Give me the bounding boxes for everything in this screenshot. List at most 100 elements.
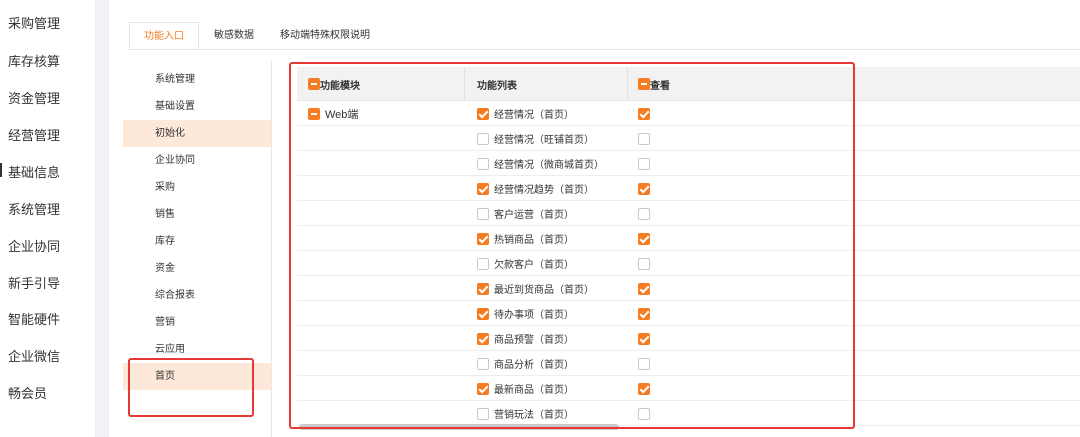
function-checkbox[interactable] (477, 232, 489, 245)
table-row: 商品分析（首页） (297, 351, 1080, 376)
table-row: 客户运营（首页） (297, 201, 1080, 226)
function-label: 最近到货商品（首页） (494, 285, 594, 296)
tab-divider (129, 49, 1080, 50)
function-label: 营销玩法（首页） (494, 410, 574, 421)
table-row: 最新商品（首页） (297, 376, 1080, 401)
view-cell (638, 176, 650, 201)
module-web-checkbox[interactable] (308, 107, 320, 120)
function-cell: 欠款客户（首页） (477, 251, 574, 276)
submenu-item-marketing[interactable]: 营销 (123, 309, 271, 336)
tab-function-entry[interactable]: 功能入口 (129, 22, 199, 50)
view-checkbox[interactable] (638, 407, 650, 420)
function-checkbox[interactable] (477, 207, 489, 220)
table-row: 营销玩法（首页） (297, 401, 1080, 426)
function-checkbox[interactable] (477, 332, 489, 345)
nav-item-system[interactable]: 系统管理 (8, 199, 60, 218)
submenu-item-sales[interactable]: 销售 (123, 201, 271, 228)
table-row: 商品预警（首页） (297, 326, 1080, 351)
submenu-item-funds[interactable]: 资金 (123, 255, 271, 282)
submenu-item-system[interactable]: 系统管理 (123, 66, 271, 93)
nav-item-funds[interactable]: 资金管理 (8, 88, 60, 107)
view-checkbox[interactable] (638, 282, 650, 295)
view-cell (638, 301, 650, 326)
tab-sensitive-data[interactable]: 敏感数据 (199, 22, 269, 50)
view-checkbox[interactable] (638, 382, 650, 395)
nav-item-member[interactable]: 畅会员 (8, 383, 47, 402)
nav-item-purchase[interactable]: 采购管理 (8, 13, 60, 32)
function-checkbox[interactable] (477, 157, 489, 170)
view-cell (638, 126, 650, 151)
nav-item-inventory-accounting[interactable]: 库存核算 (8, 51, 60, 70)
submenu-item-home[interactable]: 首页 (123, 363, 271, 390)
function-cell: 热销商品（首页） (477, 226, 574, 251)
function-checkbox[interactable] (477, 307, 489, 320)
function-cell: 商品分析（首页） (477, 351, 574, 376)
table-row: Web端 经营情况（首页） (297, 101, 1080, 126)
header-module-label: 功能模块 (320, 80, 360, 92)
main-nav: 采购管理 库存核算 资金管理 经营管理 基础信息 系统管理 企业协同 新手引导 … (0, 0, 95, 437)
submenu-item-purchase[interactable]: 采购 (123, 174, 271, 201)
function-label: 商品预警（首页） (494, 335, 574, 346)
view-checkbox[interactable] (638, 332, 650, 345)
view-checkbox[interactable] (638, 357, 650, 370)
function-cell: 经营情况（微商城首页） (477, 151, 604, 176)
view-cell (638, 276, 650, 301)
view-checkbox[interactable] (638, 132, 650, 145)
table-row: 经营情况趋势（首页） (297, 176, 1080, 201)
view-checkbox[interactable] (638, 257, 650, 270)
function-checkbox[interactable] (477, 282, 489, 295)
function-cell: 待办事项（首页） (477, 301, 574, 326)
nav-item-collaboration[interactable]: 企业协同 (8, 236, 60, 255)
function-label: 客户运营（首页） (494, 210, 574, 221)
submenu-item-basic-settings[interactable]: 基础设置 (123, 93, 271, 120)
module-select-all-checkbox[interactable] (308, 78, 320, 90)
table-row: 待办事项（首页） (297, 301, 1080, 326)
column-separator (627, 67, 628, 101)
function-cell: 最新商品（首页） (477, 376, 574, 401)
view-checkbox[interactable] (638, 307, 650, 320)
header-function-label: 功能列表 (477, 80, 517, 92)
function-checkbox[interactable] (477, 182, 489, 195)
view-checkbox[interactable] (638, 107, 650, 120)
function-cell: 经营情况（旺铺首页） (477, 126, 594, 151)
function-cell: 最近到货商品（首页） (477, 276, 594, 301)
view-select-all-checkbox[interactable] (638, 78, 650, 90)
nav-item-operations[interactable]: 经营管理 (8, 125, 60, 144)
function-checkbox[interactable] (477, 132, 489, 145)
submenu-item-init[interactable]: 初始化 (123, 120, 271, 147)
function-checkbox[interactable] (477, 107, 489, 120)
nav-item-wecom[interactable]: 企业微信 (8, 346, 60, 365)
submenu-item-cloud[interactable]: 云应用 (123, 336, 271, 363)
table-row: 经营情况（旺铺首页） (297, 126, 1080, 151)
view-cell (638, 226, 650, 251)
submenu-item-stock[interactable]: 库存 (123, 228, 271, 255)
nav-item-basic-info[interactable]: 基础信息 (8, 162, 60, 181)
table-row: 热销商品（首页） (297, 226, 1080, 251)
nav-item-guide[interactable]: 新手引导 (8, 273, 60, 292)
function-cell: 客户运营（首页） (477, 201, 574, 226)
function-checkbox[interactable] (477, 357, 489, 370)
header-view: 查看 (638, 67, 670, 101)
function-cell: 营销玩法（首页） (477, 401, 574, 426)
module-cell: Web端 (308, 101, 358, 126)
function-cell: 经营情况（首页） (477, 101, 574, 126)
view-checkbox[interactable] (638, 182, 650, 195)
view-checkbox[interactable] (638, 157, 650, 170)
function-label: 经营情况（微商城首页） (494, 160, 604, 171)
function-checkbox[interactable] (477, 407, 489, 420)
function-checkbox[interactable] (477, 382, 489, 395)
view-checkbox[interactable] (638, 232, 650, 245)
view-cell (638, 201, 650, 226)
function-checkbox[interactable] (477, 257, 489, 270)
view-cell (638, 326, 650, 351)
function-label: 商品分析（首页） (494, 360, 574, 371)
submenu-item-reports[interactable]: 综合报表 (123, 282, 271, 309)
view-cell (638, 376, 650, 401)
horizontal-scrollbar[interactable] (299, 424, 619, 430)
view-cell (638, 101, 650, 126)
view-cell (638, 251, 650, 276)
tab-mobile-permissions[interactable]: 移动端特殊权限说明 (269, 22, 381, 50)
nav-item-hardware[interactable]: 智能硬件 (8, 309, 60, 328)
view-checkbox[interactable] (638, 207, 650, 220)
submenu-item-collaboration[interactable]: 企业协同 (123, 147, 271, 174)
